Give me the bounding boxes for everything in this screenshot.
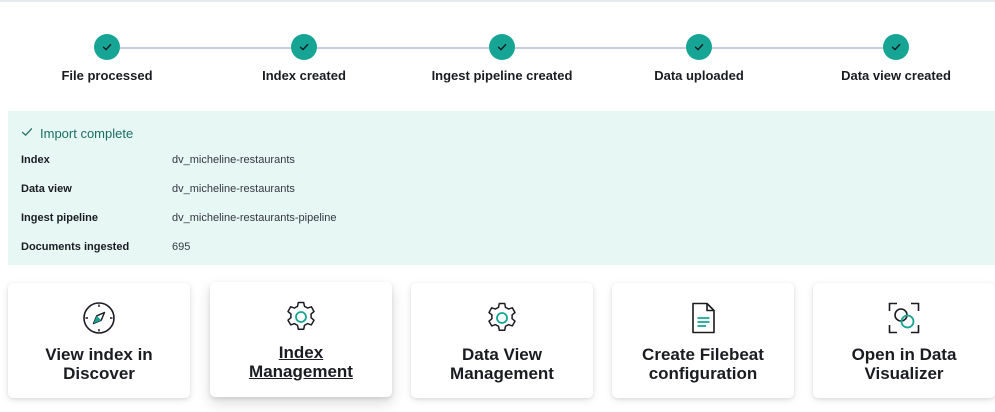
detail-label: Ingest pipeline <box>21 211 99 224</box>
index-management-card[interactable]: Index Management <box>210 282 392 397</box>
top-divider <box>0 0 995 2</box>
detail-label: Data view <box>21 182 72 195</box>
card-title: Data View Management <box>450 345 554 383</box>
check-icon <box>94 34 120 60</box>
import-results-page: File processed Index created Ingest pipe… <box>0 0 995 412</box>
action-cards: View index in Discover Index Management <box>8 282 995 412</box>
visualizer-icon <box>887 301 921 335</box>
gear-icon <box>485 301 519 335</box>
import-details-list: Index dv_micheline-restaurants Data view… <box>21 145 982 261</box>
callout-title-text: Import complete <box>40 125 134 141</box>
step-index-created: Index created <box>214 34 394 83</box>
check-icon <box>489 34 515 60</box>
detail-label: Index <box>21 153 50 166</box>
step-label: Data view created <box>841 68 951 83</box>
data-view-management-card[interactable]: Data View Management <box>411 283 593 398</box>
detail-value: 695 <box>172 240 191 253</box>
detail-row-index: Index dv_micheline-restaurants <box>21 145 982 174</box>
step-label: Index created <box>262 68 346 83</box>
check-icon <box>686 34 712 60</box>
step-file-processed: File processed <box>17 34 197 83</box>
check-icon <box>291 34 317 60</box>
compass-icon <box>82 301 116 335</box>
step-data-uploaded: Data uploaded <box>609 34 789 83</box>
card-title: Index Management <box>249 343 353 381</box>
card-title: Open in Data Visualizer <box>851 345 957 383</box>
step-label: File processed <box>61 68 153 83</box>
check-icon <box>883 34 909 60</box>
view-in-discover-card[interactable]: View index in Discover <box>8 283 190 398</box>
card-title: Create Filebeat configuration <box>642 345 764 383</box>
callout-title: Import complete <box>21 125 982 141</box>
detail-value: dv_micheline-restaurants <box>172 182 295 195</box>
import-complete-callout: Import complete Index dv_micheline-resta… <box>8 111 995 265</box>
step-label: Data uploaded <box>654 68 744 83</box>
step-data-view-created: Data view created <box>806 34 986 83</box>
import-stepper: File processed Index created Ingest pipe… <box>8 34 995 94</box>
detail-row-ingest-pipeline: Ingest pipeline dv_micheline-restaurants… <box>21 203 982 232</box>
card-title: View index in Discover <box>45 345 153 383</box>
detail-value: dv_micheline-restaurants-pipeline <box>172 211 337 224</box>
gear-icon <box>284 300 318 334</box>
detail-label: Documents ingested <box>21 240 130 253</box>
detail-row-documents-ingested: Documents ingested 695 <box>21 232 982 261</box>
create-filebeat-configuration-card[interactable]: Create Filebeat configuration <box>612 283 794 398</box>
detail-row-data-view: Data view dv_micheline-restaurants <box>21 174 982 203</box>
step-ingest-pipeline-created: Ingest pipeline created <box>412 34 592 83</box>
step-label: Ingest pipeline created <box>431 68 573 83</box>
detail-value: dv_micheline-restaurants <box>172 153 295 166</box>
open-in-data-visualizer-card[interactable]: Open in Data Visualizer <box>813 283 995 398</box>
document-icon <box>686 301 720 335</box>
check-icon <box>21 126 33 141</box>
